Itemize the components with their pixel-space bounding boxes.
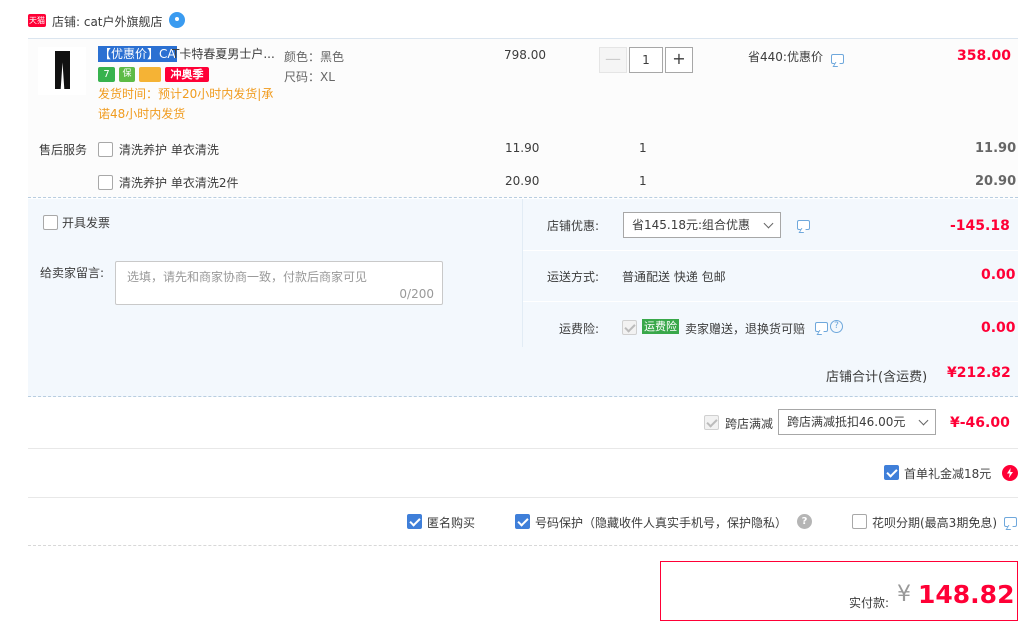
shop-total-amount: ¥212.82 (947, 365, 1011, 381)
anonymous-label: 匿名购买 (427, 516, 476, 530)
quantity-input[interactable]: 1 (629, 47, 663, 73)
chevron-down-icon (763, 218, 774, 229)
divider (523, 250, 1018, 251)
delivery-amount: 0.00 (981, 267, 1016, 283)
quantity-decrease-button[interactable]: — (599, 47, 627, 73)
service-checkbox-1[interactable] (98, 142, 113, 157)
cross-store-label: 跨店满减 (725, 417, 774, 431)
sku-size: 尺码：XL (284, 70, 335, 84)
chat-icon[interactable] (815, 322, 828, 332)
promo-tag: 冲奥季 (165, 67, 209, 82)
huabei-label: 花呗分期(最高3期免息) (872, 516, 997, 530)
wangwang-chat-icon[interactable] (169, 12, 185, 28)
divider (28, 497, 1018, 498)
cross-store-select[interactable]: 跨店满减抵扣46.00元 (778, 409, 936, 435)
memo-textarea[interactable]: 选填，请先和商家协商一致，付款后商家可见 0/200 (115, 261, 443, 305)
delivery-label: 运送方式: (547, 270, 600, 284)
insurance-amount: 0.00 (981, 320, 1016, 336)
shop-discount-value: 省145.18元:组合优惠 (632, 218, 751, 232)
chat-icon[interactable] (797, 220, 810, 230)
payment-label: 实付款: (849, 596, 890, 610)
memo-counter: 0/200 (399, 287, 434, 301)
unit-price: 798.00 (504, 48, 546, 62)
number-protect-checkbox[interactable] (515, 514, 530, 529)
sku-color: 颜色：黑色 (284, 50, 345, 64)
currency-symbol: ¥ (897, 582, 911, 607)
product-title[interactable]: T卡特春夏男士户... (172, 46, 275, 62)
invoice-label: 开具发票 (62, 216, 111, 230)
seven-day-return-icon: 7 (98, 67, 115, 82)
chat-icon[interactable] (1004, 517, 1017, 527)
quantity-increase-button[interactable]: + (665, 47, 693, 73)
product-title-highlight[interactable]: 【优惠价】CA (98, 46, 177, 62)
lightning-icon (1002, 465, 1018, 481)
insurance-badge: 运费险 (642, 319, 679, 334)
service-qty-2: 1 (639, 174, 647, 188)
chevron-down-icon (918, 415, 929, 426)
divider (28, 545, 1018, 546)
shop-total-label: 店铺合计(含运费) (826, 370, 928, 385)
huabei-checkbox[interactable] (852, 514, 867, 529)
cross-store-amount: ¥-46.00 (950, 415, 1010, 431)
delivery-value: 普通配送 快递 包邮 (622, 270, 726, 284)
help-icon[interactable]: ? (830, 320, 843, 333)
card-payment-icon (139, 67, 161, 82)
divider (28, 448, 1018, 449)
first-order-checkbox[interactable] (884, 465, 899, 480)
first-order-label: 首单礼金减18元 (904, 467, 992, 481)
shop-discount-select[interactable]: 省145.18元:组合优惠 (623, 212, 781, 238)
memo-label: 给卖家留言: (40, 266, 105, 280)
shop-header: 天猫 店铺: cat户外旗舰店 (0, 0, 1024, 40)
service-checkbox-2[interactable] (98, 175, 113, 190)
service-price-1: 11.90 (505, 141, 540, 155)
insurance-value: 卖家赠送，退换货可赔 (685, 322, 806, 336)
shop-discount-label: 店铺优惠: (547, 219, 600, 233)
invoice-checkbox[interactable] (43, 215, 58, 230)
service-price-2: 20.90 (505, 174, 540, 188)
memo-placeholder: 选填，请先和商家协商一致，付款后商家可见 (127, 270, 368, 284)
cross-store-checkbox (704, 415, 719, 430)
payment-box: 实付款: ¥ 148.82 (660, 561, 1018, 621)
shipping-time: 发货时间：预计20小时内发货|承诺48小时内发货 (98, 87, 274, 121)
service-amount-1: 11.90 (975, 141, 1017, 156)
cross-store-value: 跨店满减抵扣46.00元 (787, 415, 906, 429)
anonymous-checkbox[interactable] (407, 514, 422, 529)
after-sale-label: 售后服务 (39, 143, 88, 157)
help-icon[interactable]: ? (797, 514, 812, 529)
service-qty-1: 1 (639, 141, 647, 155)
service-name-1: 清洗养护 单衣清洗 (119, 143, 219, 157)
saving-text: 省440:优惠价 (748, 50, 823, 64)
item-amount: 358.00 (957, 48, 1012, 64)
shop-discount-amount: -145.18 (950, 218, 1010, 234)
chat-icon[interactable] (831, 54, 844, 64)
guarantee-icon: 保 (119, 67, 135, 82)
insurance-checkbox (622, 320, 637, 335)
shop-name[interactable]: 店铺: cat户外旗舰店 (52, 13, 163, 30)
number-protect-label: 号码保护（隐藏收件人真实手机号，保护隐私） (535, 516, 788, 530)
insurance-label: 运费险: (559, 322, 600, 336)
tmall-logo-icon: 天猫 (28, 14, 46, 27)
payment-amount: 148.82 (918, 580, 1015, 609)
service-name-2: 清洗养护 单衣清洗2件 (119, 176, 239, 190)
divider (523, 301, 1018, 302)
service-amount-2: 20.90 (975, 174, 1017, 189)
